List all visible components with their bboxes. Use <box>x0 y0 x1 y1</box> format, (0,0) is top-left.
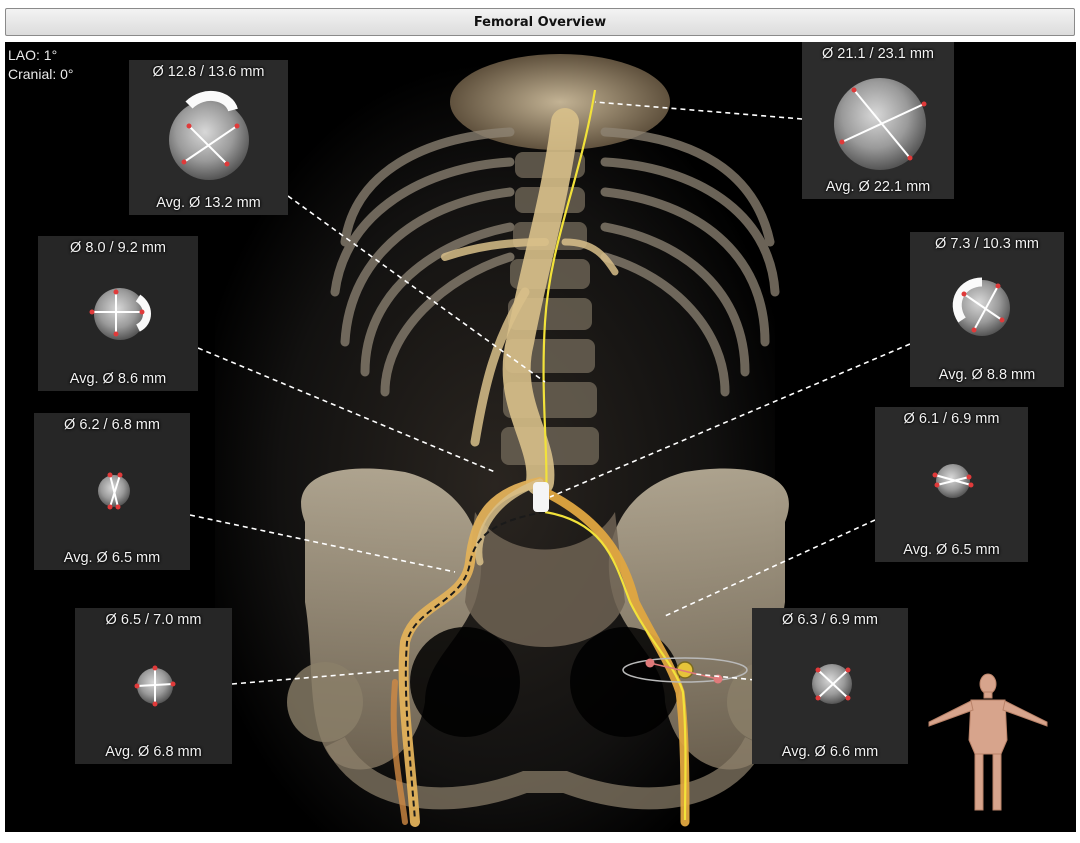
cross-section-panel-7[interactable]: Ø 6.5 / 7.0 mm Avg. Ø 6.8 mm <box>75 608 232 764</box>
cross-section-image <box>34 413 190 570</box>
cross-section-panel-5[interactable]: Ø 6.2 / 6.8 mm Avg. Ø 6.5 mm <box>34 413 190 570</box>
diameter-readout: Ø 7.3 / 10.3 mm <box>935 236 1039 252</box>
cross-section-panel-3[interactable]: Ø 8.0 / 9.2 mm Avg. Ø 8.6 mm <box>38 236 198 391</box>
cross-section-panel-2[interactable]: Ø 21.1 / 23.1 mm Avg. Ø 22.1 mm <box>802 42 954 199</box>
cross-section-image <box>752 608 908 764</box>
diameter-readout: Ø 12.8 / 13.6 mm <box>152 64 265 80</box>
calcification-marker <box>533 482 549 512</box>
cross-section-image <box>38 236 198 391</box>
title-bar: Femoral Overview <box>5 8 1075 36</box>
cross-section-panel-1[interactable]: Ø 12.8 / 13.6 mm Avg. Ø 13.2 mm <box>129 60 288 215</box>
human-body-icon[interactable] <box>923 670 1053 814</box>
diameter-readout: Ø 6.2 / 6.8 mm <box>64 417 160 433</box>
average-diameter: Avg. Ø 6.5 mm <box>903 542 1000 558</box>
diameter-readout: Ø 6.3 / 6.9 mm <box>782 612 878 628</box>
average-diameter: Avg. Ø 8.6 mm <box>69 371 167 387</box>
orientation-readout: LAO: 1° Cranial: 0° <box>8 46 74 84</box>
diameter-readout: Ø 21.1 / 23.1 mm <box>821 46 935 62</box>
cross-section-image <box>875 407 1028 562</box>
average-diameter: Avg. Ø 6.6 mm <box>781 744 879 760</box>
diameter-readout: Ø 8.0 / 9.2 mm <box>70 240 166 256</box>
cross-section-image <box>910 232 1064 387</box>
3d-volume-viewport[interactable]: LAO: 1° Cranial: 0° Ø 12.8 / 13.6 mm Avg… <box>5 42 1076 832</box>
average-diameter: Avg. Ø 8.8 mm <box>938 367 1036 383</box>
cross-section-image <box>129 60 288 215</box>
diameter-readout: Ø 6.5 / 7.0 mm <box>105 612 202 628</box>
average-diameter: Avg. Ø 13.2 mm <box>156 195 261 211</box>
cranial-angle: Cranial: 0° <box>8 66 74 82</box>
lao-angle: LAO: 1° <box>8 47 58 63</box>
diameter-readout: Ø 6.1 / 6.9 mm <box>903 411 1000 427</box>
cross-section-panel-6[interactable]: Ø 6.1 / 6.9 mm Avg. Ø 6.5 mm <box>875 407 1028 562</box>
cross-section-image <box>75 608 232 764</box>
cross-section-panel-4[interactable]: Ø 7.3 / 10.3 mm Avg. Ø 8.8 mm <box>910 232 1064 387</box>
average-diameter: Avg. Ø 6.8 mm <box>105 744 202 760</box>
cross-section-image <box>802 42 954 199</box>
average-diameter: Avg. Ø 22.1 mm <box>825 179 931 195</box>
cross-section-panel-8[interactable]: Ø 6.3 / 6.9 mm Avg. Ø 6.6 mm <box>752 608 908 764</box>
average-diameter: Avg. Ø 6.5 mm <box>63 550 161 566</box>
window-title: Femoral Overview <box>473 14 607 30</box>
